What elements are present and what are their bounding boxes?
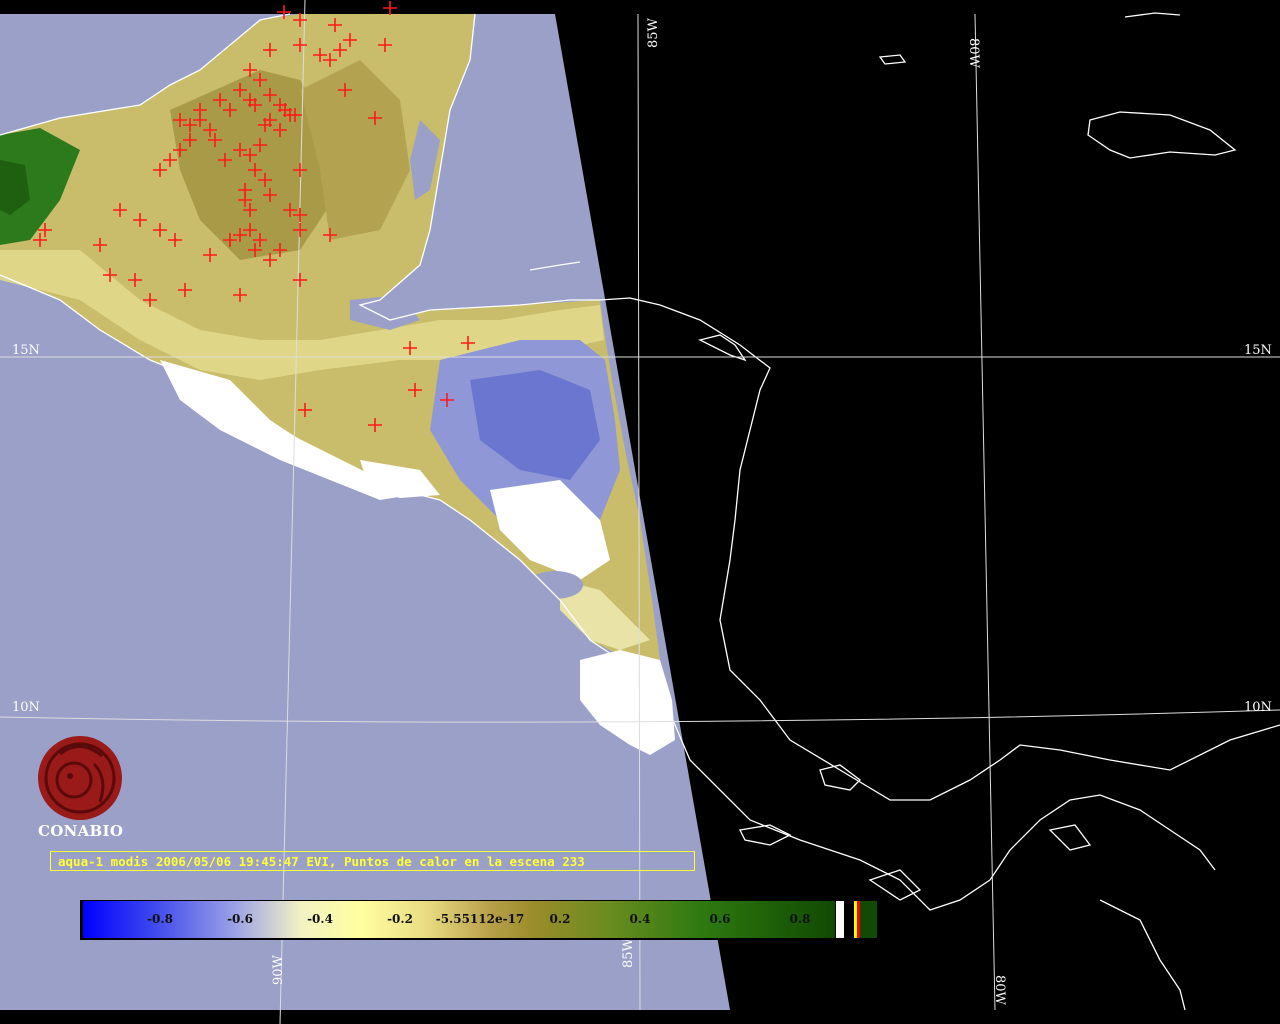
label-10n-left: 10N — [12, 700, 40, 715]
colorbar-tick: -0.4 — [307, 912, 333, 926]
colorbar-tick: -0.2 — [387, 912, 413, 926]
label-80w-bottom: 80W — [992, 975, 1007, 1006]
evi-colorbar: -0.8 -0.6 -0.4 -0.2 -5.55112e-17 0.2 0.4… — [80, 900, 880, 940]
colorbar-tick: -0.6 — [227, 912, 253, 926]
label-15n-right: 15N — [1244, 343, 1272, 358]
label-90w-bottom: 90W — [271, 954, 286, 985]
label-15n-left: 15N — [12, 343, 40, 358]
colorbar-swatch-white — [836, 901, 844, 938]
label-80w-top: 80W — [966, 38, 981, 69]
colorbar-swatch-green — [860, 901, 877, 938]
colorbar-tick: 0.6 — [709, 912, 731, 926]
conabio-logo-text: CONABIO — [38, 822, 124, 840]
label-10n-right: 10N — [1244, 700, 1272, 715]
colorbar-swatch-black — [844, 901, 854, 938]
conabio-macaw-logo-icon — [38, 736, 122, 820]
scene-caption: aqua-1 modis 2006/05/06 19:45:47 EVI, Pu… — [50, 851, 695, 871]
colorbar-tick: 0.2 — [549, 912, 571, 926]
colorbar-tick: 0.8 — [789, 912, 811, 926]
colorbar-tick: -5.55112e-17 — [435, 912, 525, 926]
label-85w-top: 85W — [646, 17, 661, 48]
colorbar-tick: -0.8 — [147, 912, 173, 926]
colorbar-tick: 0.4 — [629, 912, 651, 926]
label-85w-bottom: 85W — [621, 937, 636, 968]
